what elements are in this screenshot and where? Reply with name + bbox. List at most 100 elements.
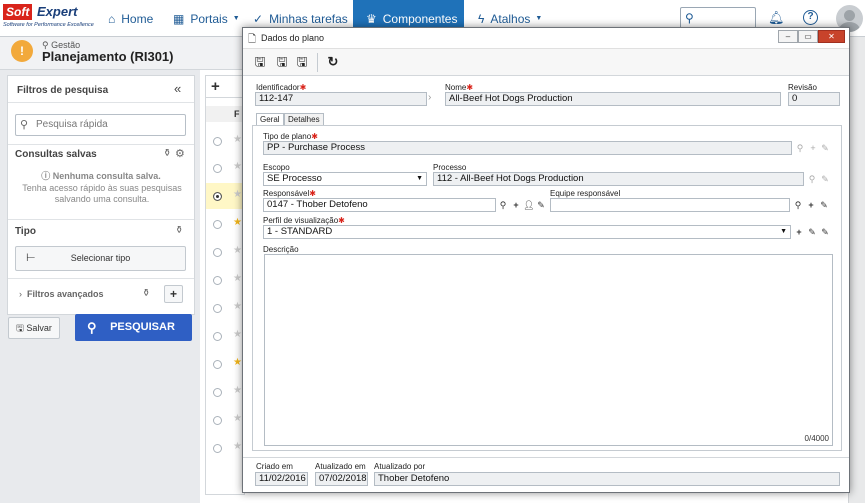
- responsible-label: Responsável: [263, 189, 310, 198]
- nav-components-label: Componentes: [382, 11, 458, 26]
- page-scrollbar[interactable]: [848, 37, 865, 503]
- star-icon[interactable]: ★: [233, 301, 242, 312]
- broom-icon[interactable]: ⚱: [163, 148, 171, 159]
- dialog-titlebar[interactable]: 🗋︎ Dados do plano – ▭ ✕: [243, 28, 849, 49]
- search-button[interactable]: ⚲ PESQUISAR: [75, 314, 192, 341]
- plan-type-label: Tipo de plano: [263, 132, 312, 141]
- clear-icon[interactable]: ✎: [818, 199, 830, 211]
- plan-type-field[interactable]: PP - Purchase Process: [263, 141, 792, 155]
- add-icon[interactable]: +: [793, 226, 805, 238]
- gear-icon[interactable]: ⚙: [175, 147, 185, 160]
- chevron-right-icon[interactable]: ›: [428, 92, 431, 103]
- refresh-icon[interactable]: ↻: [325, 54, 341, 70]
- row-radio[interactable]: [213, 360, 222, 369]
- add-icon[interactable]: +: [211, 78, 220, 95]
- star-icon[interactable]: ★: [233, 329, 242, 340]
- process-field[interactable]: 112 - All-Beef Hot Dogs Production: [433, 172, 804, 186]
- star-icon[interactable]: ★: [233, 161, 242, 172]
- row-radio[interactable]: [213, 137, 222, 146]
- add-filter-button[interactable]: +: [164, 285, 183, 303]
- name-label: Nome: [445, 83, 467, 92]
- row-radio[interactable]: [213, 248, 222, 257]
- help-icon[interactable]: ?: [803, 10, 818, 25]
- save-query-button[interactable]: 🖫︎ Salvar: [8, 317, 60, 339]
- clear-icon[interactable]: ✎: [819, 142, 831, 154]
- lookup-icon[interactable]: ⚲: [806, 173, 818, 185]
- save-icon: 🖫︎: [16, 323, 27, 333]
- save-icon[interactable]: 🖫︎: [274, 54, 290, 70]
- star-icon[interactable]: ★: [233, 245, 242, 256]
- add-icon[interactable]: +: [807, 142, 819, 154]
- required-icon: ✱: [309, 189, 316, 198]
- maximize-button[interactable]: ▭: [798, 30, 818, 43]
- description-textarea[interactable]: 0/4000: [264, 254, 833, 446]
- saved-queries-hint: Tenha acesso rápido às suas pesquisas sa…: [22, 183, 182, 204]
- bolt-icon: ϟ: [478, 11, 485, 26]
- search-icon: ⚲: [20, 119, 29, 131]
- broom-icon[interactable]: ⚱: [175, 225, 183, 236]
- row-radio[interactable]: [213, 332, 222, 341]
- home-icon: ⌂: [108, 11, 116, 26]
- lookup-icon[interactable]: ⚲: [794, 142, 806, 154]
- filters-title: Filtros de pesquisa: [17, 85, 109, 96]
- responsible-field[interactable]: 0147 - Thober Detofeno: [263, 198, 496, 212]
- logo-brand-b: Expert: [37, 4, 78, 19]
- row-radio-selected[interactable]: [213, 192, 222, 201]
- edit-icon[interactable]: ✎: [806, 226, 818, 238]
- scope-select[interactable]: SE Processo ▼: [263, 172, 427, 186]
- row-radio[interactable]: [213, 220, 222, 229]
- lookup-icon[interactable]: ⚲: [497, 199, 509, 211]
- logo-tagline: Software for Performance Excellence: [3, 22, 94, 28]
- nav-home[interactable]: ⌂ Home: [108, 0, 153, 37]
- star-icon[interactable]: ★: [233, 217, 242, 228]
- minimize-button[interactable]: –: [778, 30, 798, 43]
- logo-brand-a: Soft: [3, 4, 33, 20]
- row-radio[interactable]: [213, 304, 222, 313]
- save-close-icon[interactable]: 🖫︎: [294, 54, 310, 70]
- add-icon[interactable]: +: [805, 199, 817, 211]
- name-field[interactable]: All-Beef Hot Dogs Production: [445, 92, 781, 106]
- updated-by-label: Atualizado por: [374, 462, 426, 471]
- identifier-label: Identificador: [256, 83, 300, 92]
- softexpert-logo[interactable]: Soft Expert Software for Performance Exc…: [3, 4, 95, 34]
- star-icon[interactable]: ★: [233, 413, 242, 424]
- updated-label: Atualizado em: [315, 462, 366, 471]
- required-icon: ✱: [338, 216, 345, 225]
- chevron-right-icon: ›: [19, 289, 27, 299]
- identifier-field[interactable]: 112-147: [255, 92, 427, 106]
- user-icon[interactable]: 👤︎: [523, 199, 535, 211]
- star-icon[interactable]: ★: [233, 385, 242, 396]
- row-radio[interactable]: [213, 164, 222, 173]
- required-icon: ✱: [466, 83, 474, 92]
- type-title: Tipo: [15, 226, 36, 237]
- star-icon[interactable]: ★: [233, 273, 242, 284]
- row-radio[interactable]: [213, 444, 222, 453]
- bell-icon[interactable]: 🔔︎: [768, 10, 785, 26]
- star-icon[interactable]: ★: [233, 441, 242, 452]
- collapse-icon[interactable]: «: [174, 81, 181, 96]
- row-radio[interactable]: [213, 276, 222, 285]
- clear-icon[interactable]: ✎: [535, 199, 547, 211]
- add-icon[interactable]: +: [510, 199, 522, 211]
- dialog-title: Dados do plano: [261, 33, 325, 43]
- check-icon: ✓: [253, 11, 264, 26]
- star-icon[interactable]: ★: [233, 134, 242, 145]
- quick-search-input[interactable]: ⚲ Pesquisa rápida: [15, 114, 186, 136]
- star-icon[interactable]: ★: [233, 189, 242, 200]
- list-column-header: F: [234, 109, 240, 119]
- clear-icon[interactable]: ✎: [819, 226, 831, 238]
- save-new-icon[interactable]: 🖫︎: [252, 54, 268, 70]
- broom-icon[interactable]: ⚱: [142, 288, 150, 299]
- view-profile-select[interactable]: 1 - STANDARD ▼: [263, 225, 791, 239]
- select-type-button[interactable]: ⊢ Selecionar tipo: [15, 246, 186, 271]
- clear-icon[interactable]: ✎: [819, 173, 831, 185]
- row-radio[interactable]: [213, 388, 222, 397]
- lookup-icon[interactable]: ⚲: [792, 199, 804, 211]
- close-button[interactable]: ✕: [818, 30, 845, 43]
- advanced-filters-toggle[interactable]: › Filtros avançados: [19, 289, 104, 299]
- row-radio[interactable]: [213, 416, 222, 425]
- team-field[interactable]: [550, 198, 790, 212]
- star-icon[interactable]: ★: [233, 357, 242, 368]
- nav-portals-label: Portais: [190, 11, 228, 26]
- nav-portals[interactable]: ▦ Portais ▼: [173, 0, 240, 37]
